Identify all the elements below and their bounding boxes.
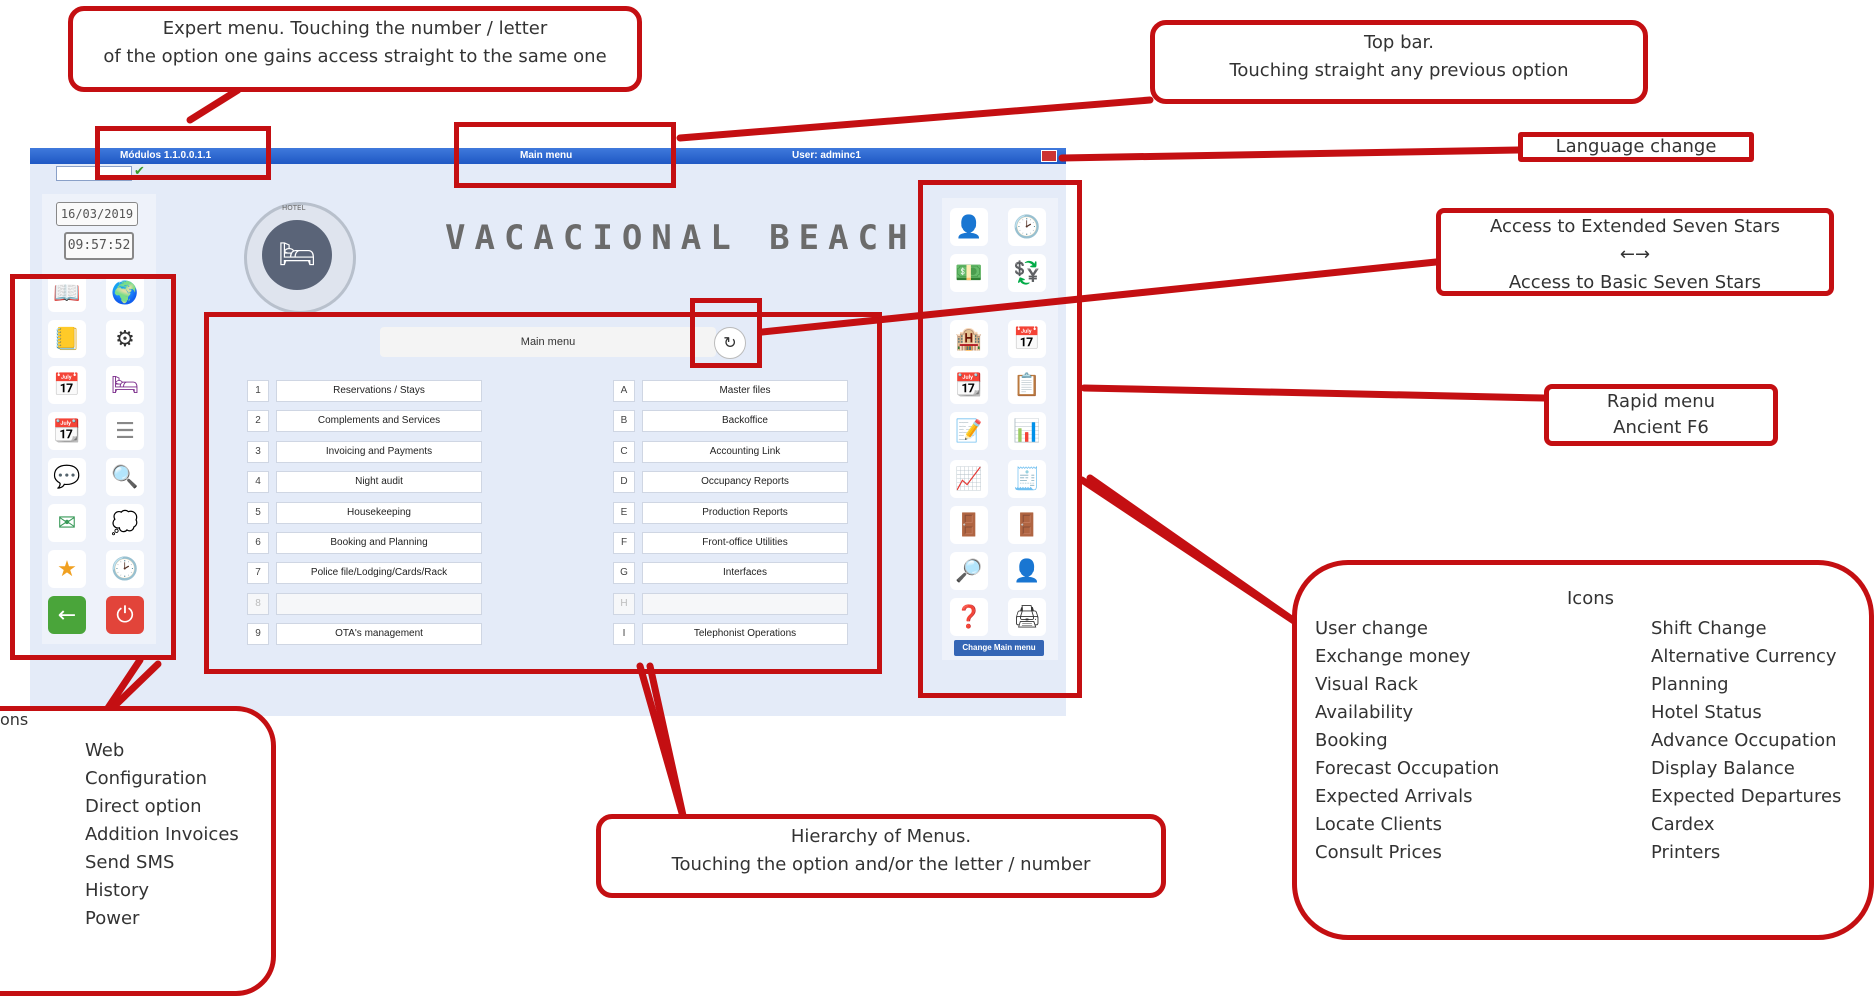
icon-legend-item: Expected Departures bbox=[1651, 786, 1842, 807]
option-legend-item: History bbox=[85, 880, 150, 901]
rapid-callout: Rapid menu Ancient F6 bbox=[1544, 384, 1778, 446]
topbar-callout: Top bar. Touching straight any previous … bbox=[1150, 20, 1648, 104]
icon-legend-item: Display Balance bbox=[1651, 758, 1795, 779]
expert-highlight bbox=[95, 126, 271, 180]
option-legend-item: Addition Invoices bbox=[85, 824, 239, 845]
option-legend-item: Power bbox=[85, 908, 140, 929]
icon-legend-item: Hotel Status bbox=[1651, 702, 1762, 723]
expert-callout-line1: Expert menu. Touching the number / lette… bbox=[162, 18, 548, 39]
icon-legend-item: Shift Change bbox=[1651, 618, 1767, 639]
main-menu-highlight bbox=[204, 312, 882, 674]
icon-legend-item: Visual Rack bbox=[1315, 674, 1418, 695]
rapid-callout-line2: Ancient F6 bbox=[1613, 417, 1709, 438]
icon-legend-item: User change bbox=[1315, 618, 1428, 639]
icons-callout: Icons User change Exchange money Visual Ra… bbox=[1292, 560, 1874, 940]
access-callout-line1: Access to Extended Seven Stars bbox=[1490, 216, 1780, 237]
icon-legend-item: Cardex bbox=[1651, 814, 1715, 835]
access-callout-line3: Access to Basic Seven Stars bbox=[1508, 272, 1762, 293]
option-legend-item: Configuration bbox=[85, 768, 208, 789]
icon-legend-item: Expected Arrivals bbox=[1315, 786, 1473, 807]
language-callout: Language change bbox=[1518, 132, 1754, 162]
rapid-callout-line1: Rapid menu bbox=[1606, 391, 1716, 412]
access-callout-line2: ←→ bbox=[1619, 244, 1651, 265]
expert-callout-line2: of the option one gains access straight … bbox=[103, 46, 607, 67]
icon-legend-item: Planning bbox=[1651, 674, 1729, 695]
refresh-highlight bbox=[690, 298, 762, 368]
icon-legend-item: Availability bbox=[1315, 702, 1414, 723]
icon-legend-item: Forecast Occupation bbox=[1315, 758, 1500, 779]
icon-legend-item: Exchange money bbox=[1315, 646, 1471, 667]
icons-column-1: User change Exchange money Visual Rack Avai… bbox=[1315, 615, 1499, 867]
hierarchy-callout: Hierarchy of Menus. Touching the option … bbox=[596, 814, 1166, 898]
icon-legend-item: Printers bbox=[1651, 842, 1721, 863]
options-partial-title: ons bbox=[0, 710, 29, 729]
access-callout: Access to Extended Seven Stars ←→ Access… bbox=[1436, 208, 1834, 296]
topbar-highlight bbox=[454, 122, 676, 188]
option-legend-item: Direct option bbox=[85, 796, 202, 817]
icon-legend-item: Consult Prices bbox=[1315, 842, 1442, 863]
hierarchy-callout-line1: Hierarchy of Menus. bbox=[790, 826, 972, 847]
topbar-callout-line2: Touching straight any previous option bbox=[1229, 60, 1569, 81]
option-legend-item: Web bbox=[85, 740, 125, 761]
expert-callout: Expert menu. Touching the number / lette… bbox=[68, 6, 642, 92]
hierarchy-callout-line2: Touching the option and/or the letter / … bbox=[671, 854, 1091, 875]
icon-legend-item: Alternative Currency bbox=[1651, 646, 1837, 667]
option-legend-item: Send SMS bbox=[85, 852, 175, 873]
language-callout-text: Language change bbox=[1555, 136, 1717, 157]
options-list: Web Configuration Direct option Addition In… bbox=[85, 737, 239, 933]
icons-column-2: Shift Change Alternative Currency Planning… bbox=[1651, 615, 1841, 867]
icons-callout-title: Icons bbox=[1567, 588, 1615, 609]
icon-legend-item: Locate Clients bbox=[1315, 814, 1442, 835]
icon-legend-item: Advance Occupation bbox=[1651, 730, 1837, 751]
icon-legend-item: Booking bbox=[1315, 730, 1388, 751]
topbar-callout-line1: Top bar. bbox=[1363, 32, 1435, 53]
rapid-menu-highlight bbox=[918, 180, 1082, 698]
left-options-highlight bbox=[10, 274, 176, 660]
options-callout: Web Configuration Direct option Addition In… bbox=[0, 706, 276, 996]
